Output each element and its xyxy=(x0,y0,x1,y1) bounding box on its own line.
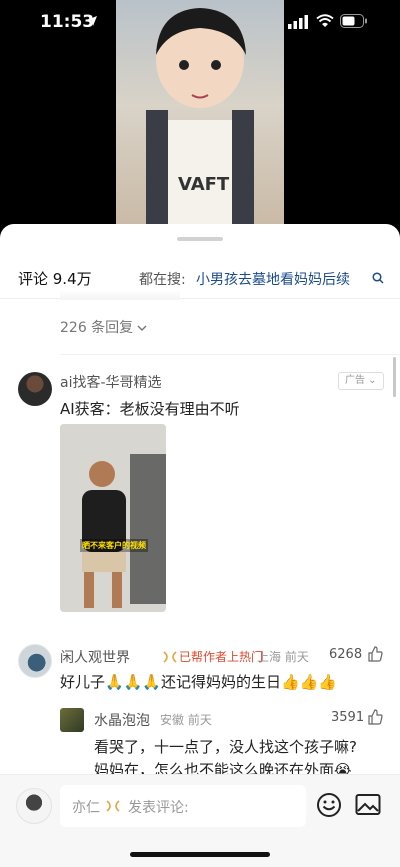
comment-text: 好儿子🙏🙏🙏还记得妈妈的生日👍👍👍 xyxy=(60,673,338,691)
expand-replies-button[interactable]: 226 条回复 xyxy=(60,317,147,337)
ad-video-thumbnail[interactable]: 晒不来客户的视频 xyxy=(60,424,166,612)
ad-text[interactable]: AI获客：老板没有理由不听 xyxy=(60,398,240,419)
hot-boost-icon xyxy=(163,651,177,663)
status-bar: 11:53 xyxy=(0,0,400,46)
comments-sheet: 评论 9.4万 都在搜: 小男孩去墓地看妈妈后续 226 条回复 ai找客-华哥… xyxy=(0,224,400,867)
ad-avatar[interactable] xyxy=(18,372,52,406)
avatar[interactable] xyxy=(18,644,52,678)
thumbs-up-icon[interactable] xyxy=(367,646,383,662)
ad-badge-label: 广告 xyxy=(345,375,365,386)
previous-content-fade xyxy=(60,290,180,300)
sheet-grabber[interactable] xyxy=(177,237,223,241)
comment-count: 评论 9.4万 xyxy=(18,270,92,288)
like-count: 3591 xyxy=(331,710,365,725)
search-icon[interactable] xyxy=(372,272,384,284)
like-count: 6268 xyxy=(329,647,363,662)
reply-meta: 安徽 前天 xyxy=(160,713,212,727)
search-suggestion-link[interactable]: 小男孩去墓地看妈妈后续 xyxy=(196,269,350,289)
location-arrow-icon xyxy=(87,16,97,26)
home-indicator[interactable] xyxy=(130,852,270,857)
reply-text-line: 看哭了，十一点了，没人找这个孩子嘛? xyxy=(94,738,357,756)
ad-person-image xyxy=(60,424,166,612)
chevron-down-icon xyxy=(137,325,147,331)
svg-text:VAFT: VAFT xyxy=(178,174,230,195)
battery-icon xyxy=(340,14,367,28)
input-placeholder: 发表评论: xyxy=(128,800,189,816)
item-separator xyxy=(60,354,400,355)
hot-badge: 已帮作者上热门 xyxy=(163,648,263,665)
signal-icon xyxy=(288,15,308,29)
image-icon[interactable] xyxy=(355,793,381,817)
ad-author-name[interactable]: ai找客-华哥精选 xyxy=(60,372,162,392)
ad-badge[interactable]: 广告 ⌄ xyxy=(338,372,384,390)
comment-author-name[interactable]: 闲人观世界 xyxy=(60,647,130,667)
input-username: 亦仁 xyxy=(72,800,100,816)
emoji-icon[interactable] xyxy=(316,792,342,818)
hot-boost-icon xyxy=(106,800,120,812)
wifi-icon xyxy=(316,14,334,27)
avatar[interactable] xyxy=(60,708,84,732)
reply-author-name[interactable]: 水晶泡泡 xyxy=(94,710,150,730)
thumbs-up-icon[interactable] xyxy=(367,709,383,725)
scrollbar[interactable] xyxy=(393,357,396,397)
hot-badge-label: 已帮作者上热门 xyxy=(179,650,264,664)
replies-count-label: 226 条回复 xyxy=(60,320,134,336)
search-hint-label: 都在搜: xyxy=(139,272,186,288)
ad-video-caption: 晒不来客户的视频 xyxy=(80,539,148,552)
comment-meta: 上海 前天 xyxy=(257,650,309,664)
avatar[interactable] xyxy=(16,788,52,824)
